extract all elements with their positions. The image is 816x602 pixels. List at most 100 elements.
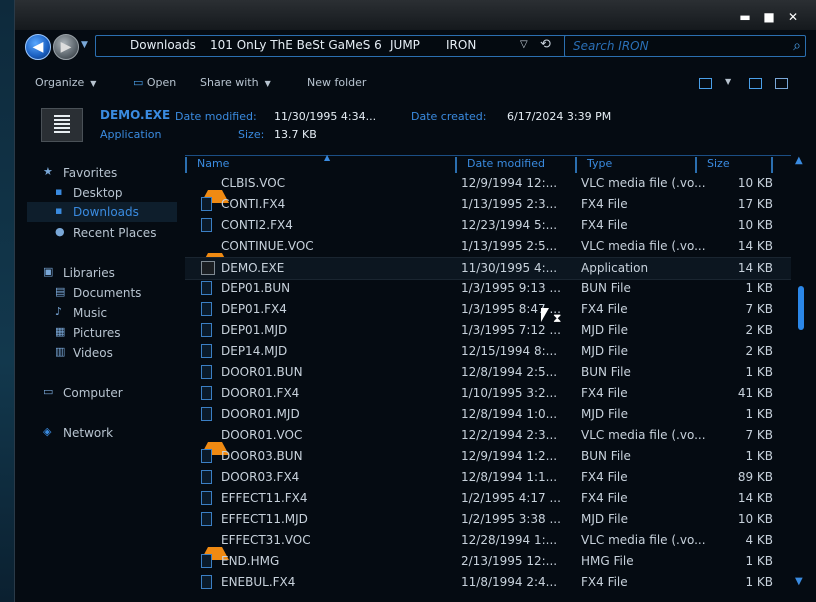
table-row[interactable]: DEP01.BUN 1/3/1995 9:13 ... BUN File 1 KB [185,278,791,299]
date-created-value[interactable]: 6/17/2024 3:39 PM [507,110,611,123]
file-size: 4 KB [745,533,773,547]
scroll-down-icon[interactable]: ▼ [795,576,803,587]
table-row[interactable]: DEP01.FX4 1/3/1995 8:47 ... FX4 File 7 KB [185,299,791,320]
file-date: 11/8/1994 2:4... [461,575,558,589]
address-dropdown-icon[interactable]: ▽ [520,39,528,50]
file-name: DOOR01.FX4 [221,386,300,400]
file-type: VLC media file (.vo... [581,239,706,253]
sidebar-item-videos[interactable]: ▥ Videos [15,343,180,363]
table-row[interactable]: EFFECT11.MJD 1/2/1995 3:38 ... MJD File 10 … [185,509,791,530]
desktop-background [0,0,14,602]
file-type: BUN File [581,281,631,295]
recent-pages-chevron-icon[interactable]: ▼ [81,40,88,50]
table-row[interactable]: CONTI.FX4 1/13/1995 2:3... FX4 File 17 KB [185,194,791,215]
file-type: Application [581,261,649,275]
chevron-down-icon: ▼ [90,79,97,88]
forward-arrow-icon[interactable]: ▶ [53,34,79,60]
sidebar-item-downloads[interactable]: ▪ Downloads [27,202,177,222]
file-type: FX4 File [581,470,628,484]
sidebar-item-computer[interactable]: ▭ Computer [15,383,180,403]
file-size: 7 KB [745,428,773,442]
file-date: 12/9/1994 1:2... [461,449,558,463]
sidebar-item-label: Libraries [63,266,115,280]
close-icon[interactable]: ✕ [785,10,801,24]
table-row[interactable]: DOOR01.MJD 12/8/1994 1:0... MJD File 1 KB [185,404,791,425]
table-row[interactable]: DEP14.MJD 12/15/1994 8:... MJD File 2 KB [185,341,791,362]
column-header-size[interactable]: Size [695,157,773,173]
file-size: 1 KB [745,449,773,463]
network-icon: ◈ [43,425,52,438]
sidebar-item-pictures[interactable]: ▦ Pictures [15,323,180,343]
vertical-scrollbar[interactable]: ▲ ▼ [791,155,811,602]
chevron-down-icon: ▼ [264,79,271,88]
search-input[interactable]: Search IRON ⌕ [564,35,806,57]
breadcrumb-jump[interactable]: JUMP [390,38,420,52]
explorer-window: ▬ ■ ✕ ◀ ▶ ▼ Downloads 101 OnLy ThE BeSt … [14,0,816,602]
file-size: 2 KB [745,344,773,358]
table-row[interactable]: DOOR01.BUN 12/8/1994 2:5... BUN File 1 KB [185,362,791,383]
file-name: DOOR03.BUN [221,449,303,463]
file-date: 12/8/1994 1:0... [461,407,558,421]
search-placeholder: Search IRON [573,39,649,53]
scroll-up-icon[interactable]: ▲ [795,155,803,166]
table-row[interactable]: CONTI2.FX4 12/23/1994 5:... FX4 File 10 KB [185,215,791,236]
table-row[interactable]: CONTINUE.VOC 1/13/1995 2:5... VLC media fi… [185,236,791,266]
file-icon [201,302,212,316]
file-size: 10 KB [737,512,773,526]
new-folder-button[interactable]: New folder [307,76,366,89]
table-row[interactable]: DOOR03.FX4 12/8/1994 1:1... FX4 File 89 KB [185,467,791,488]
command-bar: Organize ▼ ▭ Open Share with ▼ New folder … [15,70,816,98]
table-row[interactable]: CLBIS.VOC 12/9/1994 12:... VLC media file … [185,173,791,203]
column-header-name[interactable]: Name [185,157,455,173]
back-arrow-icon[interactable]: ◀ [25,34,51,60]
file-icon [201,470,212,484]
minimize-icon[interactable]: ▬ [737,10,753,24]
date-created-label: Date created: [411,110,487,123]
navigation-pane: ★ Favorites ▪ Desktop ▪ Downloads ● Rece… [15,155,185,602]
sidebar-item-desktop[interactable]: ▪ Desktop [15,183,180,203]
column-header-date[interactable]: Date modified [455,157,575,173]
breadcrumb-iron[interactable]: IRON [446,38,476,52]
search-icon[interactable]: ⌕ [793,38,801,54]
open-icon: ▭ [133,76,147,89]
refresh-icon[interactable]: ⟲ [540,37,551,52]
date-modified-value[interactable]: 11/30/1995 4:34... [274,110,376,123]
sidebar-item-favorites[interactable]: ★ Favorites [15,163,180,183]
file-name: EFFECT11.MJD [221,512,308,526]
table-row[interactable]: EFFECT31.VOC 12/28/1994 1:... VLC media fi… [185,530,791,560]
column-header-type[interactable]: Type [575,157,695,173]
preview-pane-icon[interactable] [749,78,762,89]
file-icon [201,554,212,568]
file-name: DEMO.EXE [221,261,285,275]
table-row[interactable]: DOOR03.BUN 12/9/1994 1:2... BUN File 1 KB [185,446,791,467]
organize-button[interactable]: Organize ▼ [35,76,96,89]
sidebar-item-music[interactable]: ♪ Music [15,303,180,323]
table-row[interactable]: DEP01.MJD 1/3/1995 7:12 ... MJD File 2 KB [185,320,791,341]
sidebar-item-documents[interactable]: ▤ Documents [15,283,180,303]
view-options-chevron-icon[interactable]: ▼ [725,77,731,86]
table-row[interactable]: ENEBUL.FX4 11/8/1994 2:4... FX4 File 1 KB [185,572,791,593]
table-row[interactable]: DOOR01.FX4 1/10/1995 3:2... FX4 File 41 KB [185,383,791,404]
file-name: CONTINUE.VOC [221,239,314,253]
file-date: 12/8/1994 2:5... [461,365,558,379]
table-row[interactable]: DOOR01.VOC 12/2/1994 2:3... VLC media file… [185,425,791,455]
address-bar[interactable]: Downloads 101 OnLy ThE BeSt GaMeS 6 JUMP… [95,35,575,57]
sidebar-item-recent-places[interactable]: ● Recent Places [15,223,180,243]
sidebar-item-network[interactable]: ◈ Network [15,423,180,443]
help-icon[interactable] [775,78,788,89]
table-row[interactable]: EFFECT11.FX4 1/2/1995 4:17 ... FX4 File 14 … [185,488,791,509]
scrollbar-thumb[interactable] [798,286,804,330]
file-date: 11/30/1995 4:... [461,261,558,275]
maximize-icon[interactable]: ■ [761,10,777,24]
file-size: 1 KB [745,407,773,421]
breadcrumb-downloads[interactable]: Downloads [130,38,196,52]
table-row[interactable]: END.HMG 2/13/1995 12:... HMG File 1 KB [185,551,791,572]
view-options-icon[interactable] [699,78,712,89]
breadcrumb-games[interactable]: 101 OnLy ThE BeSt GaMeS 6 [210,38,382,52]
file-size: 14 KB [737,239,773,253]
table-row[interactable]: DEMO.EXE 11/30/1995 4:... Application 14 KB [185,257,791,280]
share-with-button[interactable]: Share with ▼ [200,76,271,89]
sidebar-item-libraries[interactable]: ▣ Libraries [15,263,180,283]
open-button[interactable]: ▭ Open [133,76,176,89]
sidebar-item-label: Music [73,306,108,320]
